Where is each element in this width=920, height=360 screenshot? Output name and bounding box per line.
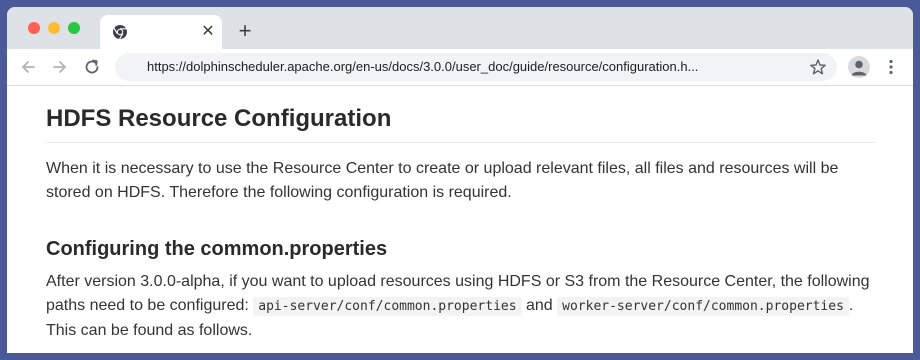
code-path-api-server: api-server/conf/common.properties xyxy=(253,297,522,316)
person-icon xyxy=(851,60,867,76)
kebab-menu-icon[interactable] xyxy=(883,58,899,76)
section-text: and xyxy=(521,297,558,314)
section-paragraph: After version 3.0.0-alpha, if you want t… xyxy=(46,270,886,343)
page-title: HDFS Resource Configuration xyxy=(46,104,876,143)
tab-close-icon[interactable]: ✕ xyxy=(200,24,216,40)
profile-avatar[interactable] xyxy=(848,56,870,78)
intro-paragraph: When it is necessary to use the Resource… xyxy=(46,160,839,201)
maximize-window-button[interactable] xyxy=(68,22,80,34)
new-tab-button[interactable]: + xyxy=(235,20,255,42)
bookmark-star-icon[interactable] xyxy=(809,58,827,76)
close-window-button[interactable] xyxy=(28,22,40,34)
tab-strip: ✕ + xyxy=(7,7,913,49)
code-path-worker-server: worker-server/conf/common.properties xyxy=(557,297,849,316)
forward-arrow-icon[interactable] xyxy=(51,58,69,76)
back-arrow-icon[interactable] xyxy=(19,58,37,76)
minimize-window-button[interactable] xyxy=(48,22,60,34)
active-tab[interactable]: ✕ xyxy=(100,15,222,49)
section-heading: Configuring the common.properties xyxy=(46,238,388,260)
browser-toolbar: https://dolphinscheduler.apache.org/en-u… xyxy=(7,49,913,86)
address-bar[interactable]: https://dolphinscheduler.apache.org/en-u… xyxy=(115,53,837,81)
page-content: HDFS Resource Configuration When it is n… xyxy=(7,86,913,353)
browser-window: ✕ + https://dolphinscheduler.apache.org/… xyxy=(7,7,913,353)
url-text[interactable]: https://dolphinscheduler.apache.org/en-u… xyxy=(147,53,698,81)
chrome-icon xyxy=(113,25,127,40)
reload-icon[interactable] xyxy=(83,58,101,76)
